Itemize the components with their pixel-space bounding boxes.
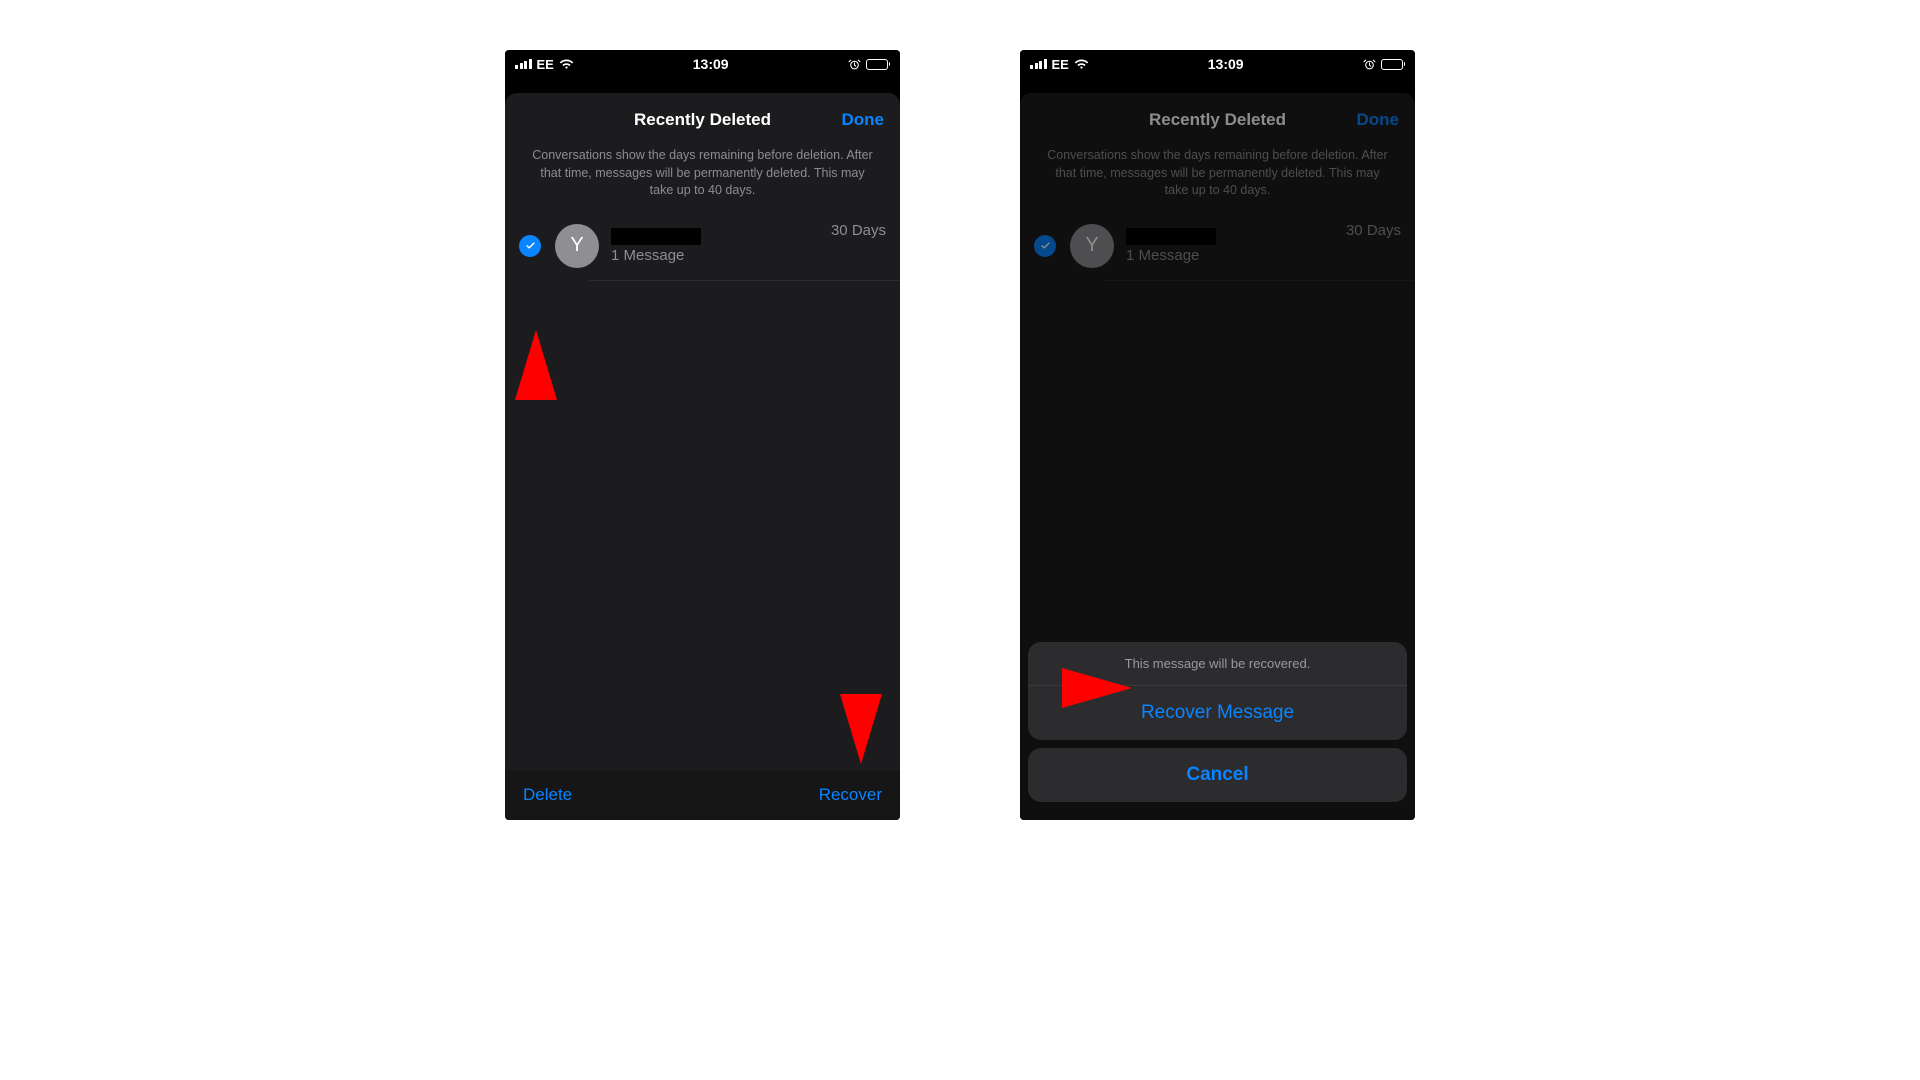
done-button[interactable]: Done [1357, 110, 1400, 130]
status-right [1363, 58, 1406, 71]
row-divider [1104, 280, 1415, 281]
wifi-icon [1074, 59, 1089, 70]
avatar: Y [1070, 224, 1114, 268]
recover-button[interactable]: Recover [819, 785, 882, 805]
redacted-name [611, 228, 701, 245]
wifi-icon [559, 59, 574, 70]
status-left: EE [515, 57, 574, 72]
status-bar: EE 13:09 [505, 50, 900, 78]
sheet-header: Recently Deleted Done [1020, 93, 1415, 147]
battery-icon [1381, 59, 1406, 70]
status-time: 13:09 [1208, 56, 1244, 72]
status-right [848, 58, 891, 71]
bottom-toolbar: Delete Recover [505, 770, 900, 820]
done-button[interactable]: Done [842, 110, 885, 130]
checkmark-icon[interactable] [519, 235, 541, 257]
page-title: Recently Deleted [634, 110, 771, 130]
message-count: 1 Message [1126, 247, 1401, 264]
action-sheet-cancel-group: Cancel [1028, 748, 1407, 802]
page-title: Recently Deleted [1149, 110, 1286, 130]
info-text: Conversations show the days remaining be… [1020, 147, 1415, 218]
annotation-arrow-right-icon [1062, 668, 1132, 708]
alarm-icon [848, 58, 861, 71]
status-left: EE [1030, 57, 1089, 72]
cancel-button[interactable]: Cancel [1028, 748, 1407, 802]
signal-icon [1030, 59, 1047, 69]
status-time: 13:09 [693, 56, 729, 72]
message-count: 1 Message [611, 247, 886, 264]
carrier-label: EE [1052, 57, 1069, 72]
delete-button[interactable]: Delete [523, 785, 572, 805]
annotation-arrow-down-icon [840, 694, 882, 764]
redacted-name [1126, 228, 1216, 245]
alarm-icon [1363, 58, 1376, 71]
checkmark-icon[interactable] [1034, 235, 1056, 257]
annotation-arrow-up-icon [515, 330, 557, 400]
avatar: Y [555, 224, 599, 268]
status-bar: EE 13:09 [1020, 50, 1415, 78]
conversation-row[interactable]: Y 1 Message 30 Days [1020, 218, 1415, 280]
days-remaining: 30 Days [1346, 222, 1401, 239]
phone-right: EE 13:09 Recently Deleted Done Conversat… [1020, 50, 1415, 820]
row-divider [589, 280, 900, 281]
phone-left: EE 13:09 Recently Deleted Done Conversat… [505, 50, 900, 820]
conversation-row[interactable]: Y 1 Message 30 Days [505, 218, 900, 280]
info-text: Conversations show the days remaining be… [505, 147, 900, 218]
carrier-label: EE [537, 57, 554, 72]
battery-icon [866, 59, 891, 70]
sheet-header: Recently Deleted Done [505, 93, 900, 147]
days-remaining: 30 Days [831, 222, 886, 239]
signal-icon [515, 59, 532, 69]
